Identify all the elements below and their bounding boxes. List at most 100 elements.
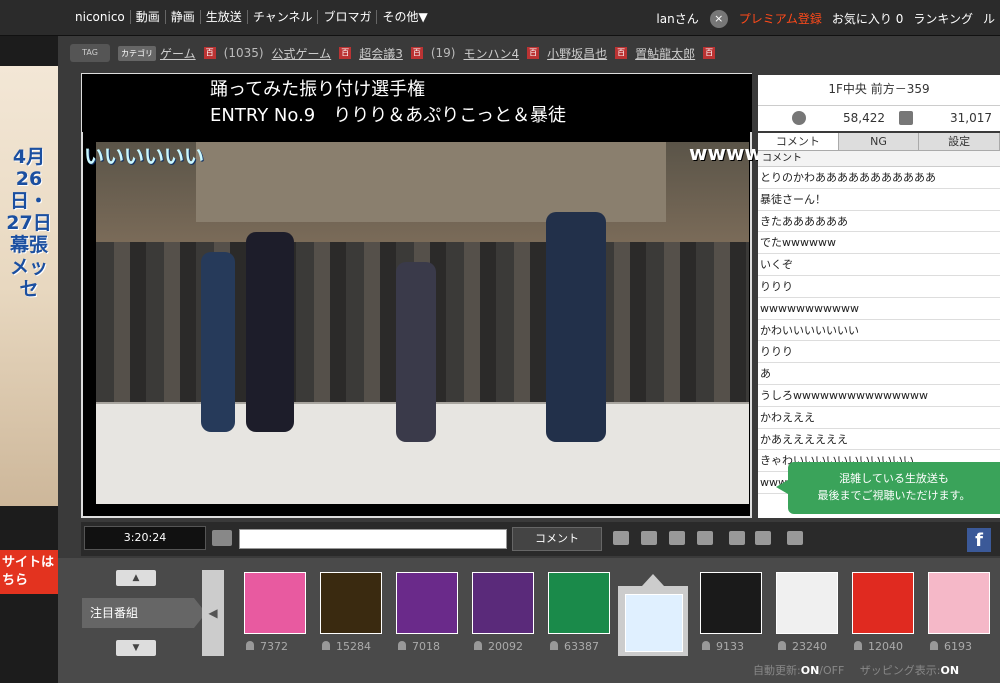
- nav-niconico[interactable]: niconico: [70, 10, 131, 24]
- comment-toggle-icon[interactable]: [641, 531, 657, 545]
- dictionary-icon[interactable]: 百: [410, 47, 423, 59]
- program-thumbnail[interactable]: [472, 572, 534, 634]
- tag-chokaigi3[interactable]: 超会議3: [359, 45, 403, 62]
- toast-line2: 最後までご視聴いただけます。: [817, 489, 971, 502]
- comment-row[interactable]: とりのかわあああああああああああ: [758, 167, 1000, 189]
- tag-official-game[interactable]: 公式ゲーム: [272, 45, 332, 62]
- dictionary-icon[interactable]: 百: [339, 47, 352, 59]
- username[interactable]: lanさん: [651, 12, 703, 26]
- tab-comment[interactable]: コメント: [758, 133, 839, 150]
- dictionary-icon[interactable]: 百: [615, 47, 628, 59]
- screen-size-icon[interactable]: [697, 531, 713, 545]
- nav-more[interactable]: その他▼: [377, 10, 432, 24]
- category-badge: カテゴリ: [118, 45, 156, 61]
- program-thumbnail[interactable]: [700, 572, 762, 634]
- program-viewer-count: 63387: [550, 640, 599, 653]
- program-viewer-count: 15284: [322, 640, 371, 653]
- ranking-link[interactable]: ランキング: [908, 12, 978, 26]
- gear-icon[interactable]: [787, 531, 803, 545]
- comment-overlay: いいいいいい: [84, 144, 204, 168]
- comment-row[interactable]: りりり: [758, 341, 1000, 364]
- player-controls: 3:20:24 コメント f: [81, 522, 1000, 556]
- reload-icon[interactable]: [729, 531, 745, 545]
- tag-onosaka[interactable]: 小野坂昌也: [547, 45, 607, 62]
- app-icon[interactable]: [755, 531, 771, 545]
- nav-channel[interactable]: チャンネル: [248, 10, 319, 24]
- comments-icon: [899, 110, 913, 125]
- comment-row[interactable]: りりり: [758, 276, 1000, 298]
- dictionary-icon[interactable]: 百: [527, 47, 540, 59]
- stage-screen: [196, 142, 666, 222]
- tag-monhan4[interactable]: モンハン4: [463, 45, 519, 62]
- program-viewer-count: 12040: [854, 640, 903, 653]
- premium-link[interactable]: プレミアム登録: [734, 12, 827, 26]
- comment-row[interactable]: wwwwwwwwwww: [758, 298, 1000, 320]
- comment-panel: コメント NG 設定 コメント とりのかわあああああああああああ 暴徒さーん！ …: [758, 133, 1000, 518]
- volume-icon[interactable]: [613, 531, 629, 545]
- comment-row[interactable]: でたwwwwww: [758, 232, 1000, 255]
- featured-label: 注目番組: [82, 598, 206, 628]
- facebook-icon[interactable]: f: [967, 528, 991, 552]
- nav-blomaga[interactable]: ブロマガ: [318, 10, 378, 24]
- program-thumbnail[interactable]: [244, 572, 306, 634]
- program-viewer-count: 20092: [474, 640, 523, 653]
- close-icon[interactable]: ×: [709, 10, 728, 28]
- nav-live[interactable]: 生放送: [201, 10, 248, 24]
- favorites-link[interactable]: お気に入り 0: [827, 12, 908, 26]
- comment-count: 31,017: [950, 110, 992, 125]
- program-thumbnail[interactable]: [852, 572, 914, 634]
- program-title-box: 踊ってみた振り付け選手権 ENTRY No.9 りりり＆あぷりこっと＆暴徒: [82, 74, 752, 132]
- program-thumbnail[interactable]: [320, 572, 382, 634]
- elapsed-time: 3:20:24: [84, 526, 206, 550]
- comment-submit-button[interactable]: コメント: [512, 527, 602, 551]
- scroll-up-button[interactable]: ▲: [116, 570, 156, 586]
- nav-seiga[interactable]: 静画: [166, 10, 201, 24]
- program-thumbnail[interactable]: [548, 572, 610, 634]
- video-frame[interactable]: [96, 142, 749, 504]
- dictionary-icon[interactable]: 百: [703, 47, 716, 59]
- left-ad-banner[interactable]: 4月26日・27日幕張メッセ サイトは ちら: [0, 36, 58, 683]
- dictionary-icon[interactable]: 百: [203, 47, 216, 59]
- comment-row[interactable]: あ: [758, 363, 1000, 385]
- dancer: [546, 212, 606, 442]
- zapping-on[interactable]: ON: [941, 664, 960, 677]
- program-thumbnail[interactable]: [396, 572, 458, 634]
- auto-update-toggle[interactable]: 自動更新:ON/OFF ザッピング表示:ON: [753, 662, 959, 678]
- program-viewer-count: 7018: [398, 640, 440, 653]
- more-link[interactable]: ル: [978, 12, 1000, 26]
- program-title-line2: ENTRY No.9 りりり＆あぷりこっと＆暴徒: [210, 105, 566, 126]
- tag-okiayu[interactable]: 置鮎龍太郎: [635, 45, 695, 62]
- comment-list[interactable]: とりのかわあああああああああああ 暴徒さーん！ きたああああああ でたwwwww…: [758, 167, 1000, 494]
- comment-row[interactable]: かわえええ: [758, 407, 1000, 429]
- auto-update-off[interactable]: /OFF: [819, 664, 844, 677]
- comment-row[interactable]: かあええええええ: [758, 429, 1000, 451]
- zapping-label: ザッピング表示:: [859, 664, 941, 677]
- program-viewer-count: 6193: [930, 640, 972, 653]
- comment-input[interactable]: [239, 529, 507, 549]
- comment-row[interactable]: かわいいいいいいい: [758, 320, 1000, 342]
- tag-count: (1035): [223, 46, 264, 60]
- ng-icon[interactable]: [669, 531, 685, 545]
- program-thumbnail[interactable]: [625, 594, 683, 652]
- viewer-count: 58,422: [843, 110, 885, 125]
- viewer-icon: [246, 641, 254, 650]
- viewer-icon: [702, 641, 710, 650]
- scroll-down-button[interactable]: ▼: [116, 640, 156, 656]
- banner-cta[interactable]: サイトは ちら: [0, 550, 58, 594]
- carousel-left-arrow[interactable]: ◀: [202, 570, 224, 656]
- comment-row[interactable]: うしろwwwwwwwwwwwwwww: [758, 385, 1000, 407]
- comment-row[interactable]: いくぞ: [758, 254, 1000, 276]
- info-toast: 混雑している生放送も 最後までご視聴いただけます。: [776, 462, 1000, 514]
- auto-update-on[interactable]: ON: [801, 664, 820, 677]
- nav-video[interactable]: 動画: [131, 10, 166, 24]
- comment-row[interactable]: きたああああああ: [758, 211, 1000, 233]
- toast-line1: 混雑している生放送も: [839, 472, 949, 485]
- comment-row[interactable]: 暴徒さーん！: [758, 189, 1000, 211]
- tag-game[interactable]: ゲーム: [160, 45, 196, 62]
- seat-label: 1F中央 前方－359: [828, 82, 930, 96]
- keyboard-icon[interactable]: [212, 530, 232, 546]
- program-thumbnail[interactable]: [776, 572, 838, 634]
- tab-settings[interactable]: 設定: [919, 133, 1000, 150]
- program-thumbnail[interactable]: [928, 572, 990, 634]
- tab-ng[interactable]: NG: [839, 133, 920, 150]
